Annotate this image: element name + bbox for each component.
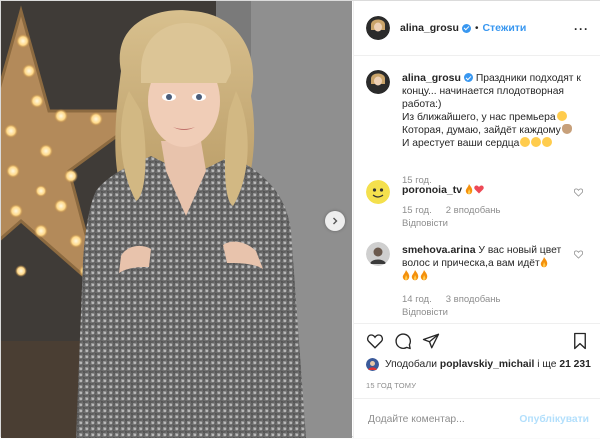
bookmark-icon[interactable] [571,332,589,350]
comment-likes-link[interactable]: 3 вподобань [446,294,501,305]
photo-illustration [1,1,352,438]
caption-text: alina_grosu Праздники подходят к концу..… [402,72,584,150]
verified-icon [461,23,471,33]
reply-button[interactable]: Відповісти [402,307,448,318]
caption-line: работа:) [402,99,442,110]
liker-username[interactable]: poplavskiy_michail [440,359,534,370]
share-icon[interactable] [422,332,440,350]
more-options-icon[interactable]: ··· [574,22,589,36]
caption-line: Которая, думаю, зайдёт каждому [402,125,561,136]
publish-button[interactable]: Опублікувати [519,414,589,425]
fire-emoji-icon [402,270,410,281]
like-comment-heart-icon[interactable] [574,250,583,259]
red-heart-emoji-icon [474,185,484,194]
caption-username[interactable]: alina_grosu [402,72,461,84]
separator-dot: • [474,22,479,34]
post-side-panel: alina_grosu • Стежити ··· alina_grosu Пр… [353,1,600,438]
comment-time: 15 год. [402,205,432,216]
verified-icon [463,73,473,82]
next-photo-button[interactable] [325,211,345,231]
comment-username[interactable]: smehova.arina [402,244,476,256]
comment-text: smehova.arina У вас новый цвет волос и п… [402,244,584,283]
comment-icon[interactable] [394,332,412,350]
kiss-emoji-icon [531,137,542,147]
comment-reply-row: Відповісти [402,218,448,229]
post-time-ago: 15 ГОД ТОМУ [366,381,417,390]
comment-text: poronoia_tv [402,184,584,197]
caption-line: Праздники подходят к [475,73,581,84]
comment-likes-link[interactable]: 2 вподобань [446,205,501,216]
caption-line: концу... начинается плодотворная [402,86,564,97]
likes-summary: Уподобали poplavskiy_michail і ще 21 231 [366,358,591,371]
fire-emoji-icon [465,184,473,195]
post-photo[interactable] [1,1,352,438]
comment-line: У вас новый цвет [478,245,562,256]
likes-prefix: Уподобали [385,359,438,370]
commenter-avatar[interactable] [366,242,390,266]
author-avatar[interactable] [366,70,390,94]
post-actions [354,323,600,358]
comment-time: 14 год. [402,294,432,305]
comment-meta: 14 год. 3 вподобань [402,294,500,305]
likes-count[interactable]: 21 231 [559,359,591,370]
add-comment-bar: Опублікувати [354,398,600,439]
instagram-post: alina_grosu • Стежити ··· alina_grosu Пр… [0,0,600,438]
liker-avatar[interactable] [366,358,379,371]
comment-line: волос и прическа,а вам идёт [402,258,540,269]
author-avatar[interactable] [366,16,390,40]
comment-meta: 15 год. 2 вподобань [402,205,500,216]
commenter-avatar[interactable] [366,180,390,204]
comment-input[interactable] [366,412,520,426]
author-username[interactable]: alina_grosu [400,22,459,34]
caption-line: И арестует ваши сердца [402,138,520,149]
follow-button[interactable]: Стежити [482,22,526,34]
fire-emoji-icon [420,270,428,281]
reply-button[interactable]: Відповісти [402,218,448,229]
post-header: alina_grosu • Стежити ··· [354,1,600,56]
comments-list[interactable]: alina_grosu Праздники подходят к концу..… [354,56,600,322]
heart-icon[interactable] [366,332,384,350]
kiss-emoji-icon [542,137,553,147]
caption-line: Из ближайшего, у нас премьера [402,112,556,123]
fire-emoji-icon [540,257,548,268]
chevron-right-icon [333,217,338,225]
fire-emoji-icon [411,270,419,281]
money-bag-emoji-icon [561,124,572,134]
likes-and: і ще [537,359,557,370]
kiss-emoji-icon [520,137,531,147]
comment-username[interactable]: poronoia_tv [402,184,462,196]
like-comment-heart-icon[interactable] [574,188,583,197]
smiling-emoji-icon [556,111,567,121]
comment-reply-row: Відповісти [402,307,448,318]
